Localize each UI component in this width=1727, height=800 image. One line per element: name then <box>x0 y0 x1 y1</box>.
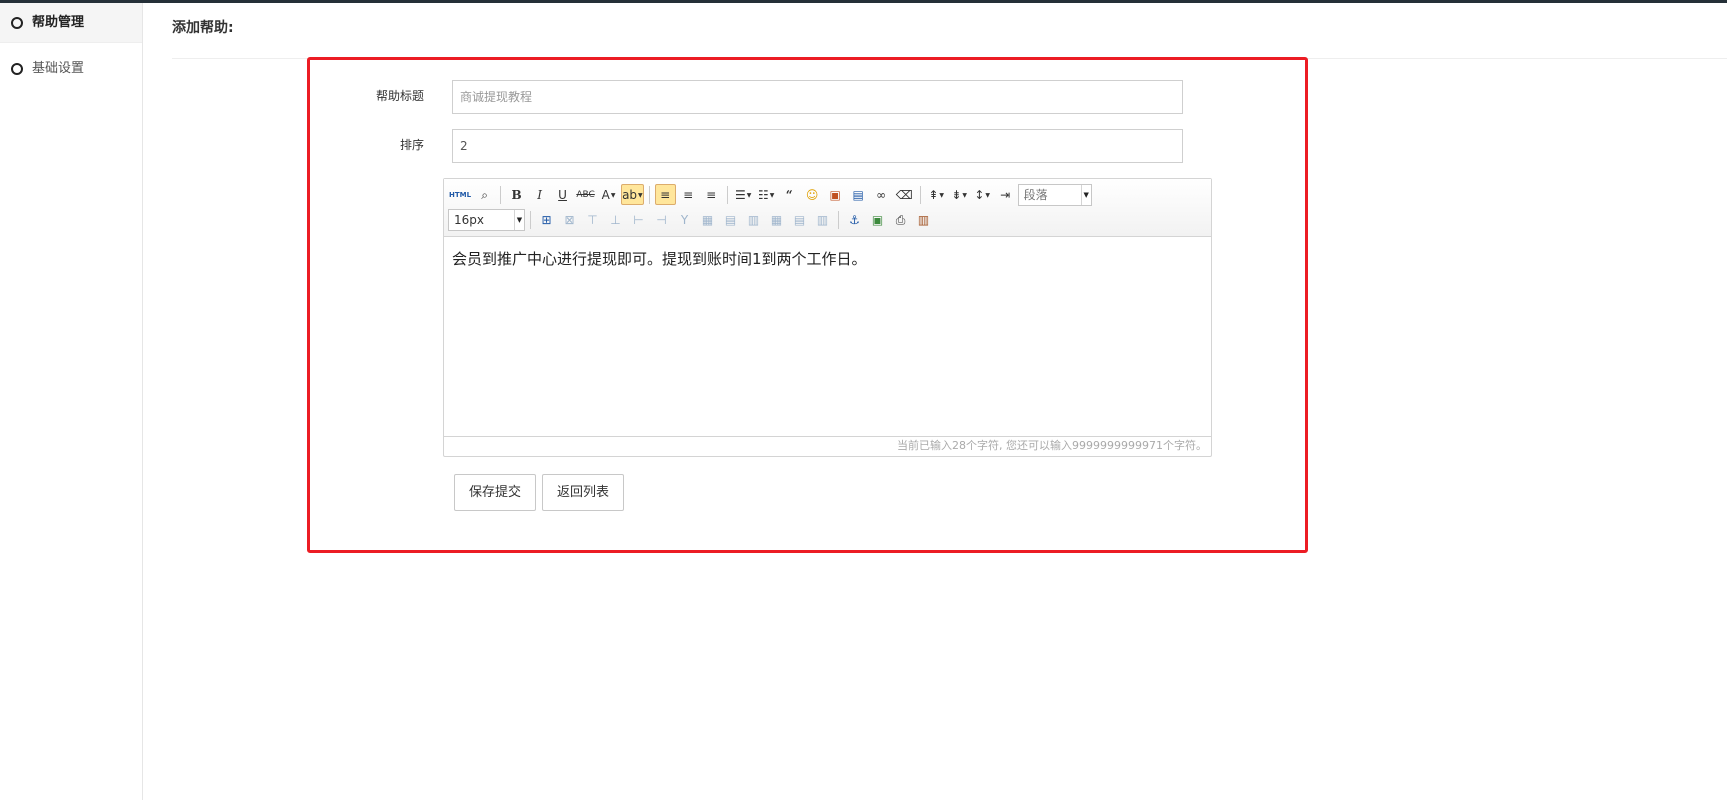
row-spacing-top-icon[interactable]: ⇞▼ <box>926 184 947 205</box>
cell-props-icon[interactable]: ▤ <box>789 209 810 230</box>
delete-col-icon[interactable]: ⊣ <box>651 209 672 230</box>
insert-col-icon[interactable]: ⊢ <box>628 209 649 230</box>
search-icon[interactable]: ⌕ <box>474 184 495 205</box>
table-icon[interactable]: ⊞ <box>536 209 557 230</box>
quote-icon[interactable]: “ <box>779 184 800 205</box>
sort-input[interactable] <box>452 129 1183 163</box>
split-cols-icon[interactable]: ▥ <box>743 209 764 230</box>
chevron-down-icon: ▼ <box>514 209 524 230</box>
font-size-select[interactable]: 16px ▼ <box>448 208 525 231</box>
save-submit-button[interactable]: 保存提交 <box>454 474 536 511</box>
font-color-label: A <box>601 188 610 202</box>
paste-icon[interactable]: ▥ <box>913 209 934 230</box>
eraser-icon[interactable]: ⌫ <box>894 184 915 205</box>
italic-button[interactable]: I <box>529 184 550 205</box>
media-icon[interactable]: ▣ <box>867 209 888 230</box>
underline-button[interactable]: U <box>552 184 573 205</box>
font-color-button[interactable]: A▼ <box>598 184 619 205</box>
top-bar <box>0 0 1727 3</box>
toolbar-row-2: 16px ▼ ⊞ ⊠ ⊤ ⊥ ⊢ ⊣ Y ▦ ▤ ▥ ▦ ▤ ▥ ⚓ ▣ ⎙ ▥ <box>448 207 1207 232</box>
circle-icon <box>11 17 23 29</box>
anchor-icon[interactable]: ⚓ <box>844 209 865 230</box>
video-icon[interactable]: ▤ <box>848 184 869 205</box>
help-title-input[interactable] <box>452 80 1183 114</box>
split-rows-icon[interactable]: ▤ <box>720 209 741 230</box>
bold-button[interactable]: B <box>506 184 527 205</box>
toolbar-separator <box>500 185 502 204</box>
align-left-icon[interactable]: ≡ <box>654 184 676 205</box>
line-height-icon[interactable]: ↕▼ <box>972 184 993 205</box>
unordered-list-icon[interactable]: ☷▼ <box>756 184 777 205</box>
col-width-icon[interactable]: ▥ <box>812 209 833 230</box>
editor-status-bar: 当前已输入28个字符, 您还可以输入9999999999971个字符。 <box>444 436 1211 456</box>
emoticon-icon[interactable]: ☺ <box>802 184 823 205</box>
circle-icon <box>11 63 23 75</box>
indent-icon[interactable]: ⇥ <box>995 184 1016 205</box>
toolbar-row-1: HTML ⌕ B I U ABC A▼ ab▼ ≡ ≡ ≡ ☰▼ ☷▼ “ ☺ … <box>448 182 1207 207</box>
delete-table-icon[interactable]: ⊠ <box>559 209 580 230</box>
print-icon[interactable]: ⎙ <box>890 209 911 230</box>
toolbar-separator <box>530 210 531 229</box>
toolbar-separator <box>838 210 839 229</box>
image-icon[interactable]: ▣ <box>825 184 846 205</box>
chevron-down-icon: ▼ <box>1080 184 1091 205</box>
align-center-icon[interactable]: ≡ <box>678 184 699 205</box>
editor-content-area[interactable]: 会员到推广中心进行提现即可。提现到账时间1到两个工作日。 <box>444 237 1211 436</box>
sidebar-item-basic-settings[interactable]: 基础设置 <box>0 49 142 89</box>
split-cells-icon[interactable]: ▦ <box>697 209 718 230</box>
row-spacing-bottom-icon[interactable]: ⇟▼ <box>949 184 970 205</box>
sidebar-item-label: 帮助管理 <box>32 15 85 30</box>
paragraph-select-value: 段落 <box>1023 188 1048 202</box>
toolbar-separator <box>919 185 921 204</box>
toolbar-separator <box>648 185 650 204</box>
font-size-select-value: 16px <box>454 212 484 227</box>
html-source-button[interactable]: HTML <box>448 184 472 205</box>
page-title: 添加帮助: <box>172 20 234 36</box>
sort-label: 排序 <box>399 138 424 152</box>
sidebar-item-help-management[interactable]: 帮助管理 <box>0 3 142 43</box>
highlight-icon[interactable]: ab▼ <box>621 184 644 205</box>
insert-row-icon[interactable]: ⊤ <box>582 209 603 230</box>
paragraph-select[interactable]: 段落 ▼ <box>1017 183 1092 206</box>
merge-cells-icon[interactable]: Y <box>674 209 695 230</box>
ordered-list-icon[interactable]: ☰▼ <box>733 184 754 205</box>
back-to-list-button[interactable]: 返回列表 <box>542 474 624 511</box>
table-props-icon[interactable]: ▦ <box>766 209 787 230</box>
toolbar-separator <box>726 185 728 204</box>
delete-row-icon[interactable]: ⊥ <box>605 209 626 230</box>
align-right-icon[interactable]: ≡ <box>701 184 722 205</box>
rich-text-editor: HTML ⌕ B I U ABC A▼ ab▼ ≡ ≡ ≡ ☰▼ ☷▼ “ ☺ … <box>443 178 1212 457</box>
link-icon[interactable]: ∞ <box>871 184 892 205</box>
sidebar: 帮助管理 基础设置 <box>0 3 143 800</box>
editor-toolbar: HTML ⌕ B I U ABC A▼ ab▼ ≡ ≡ ≡ ☰▼ ☷▼ “ ☺ … <box>444 179 1211 237</box>
help-title-label: 帮助标题 <box>375 89 424 103</box>
strikethrough-button[interactable]: ABC <box>575 184 596 205</box>
sidebar-item-label: 基础设置 <box>32 61 85 76</box>
